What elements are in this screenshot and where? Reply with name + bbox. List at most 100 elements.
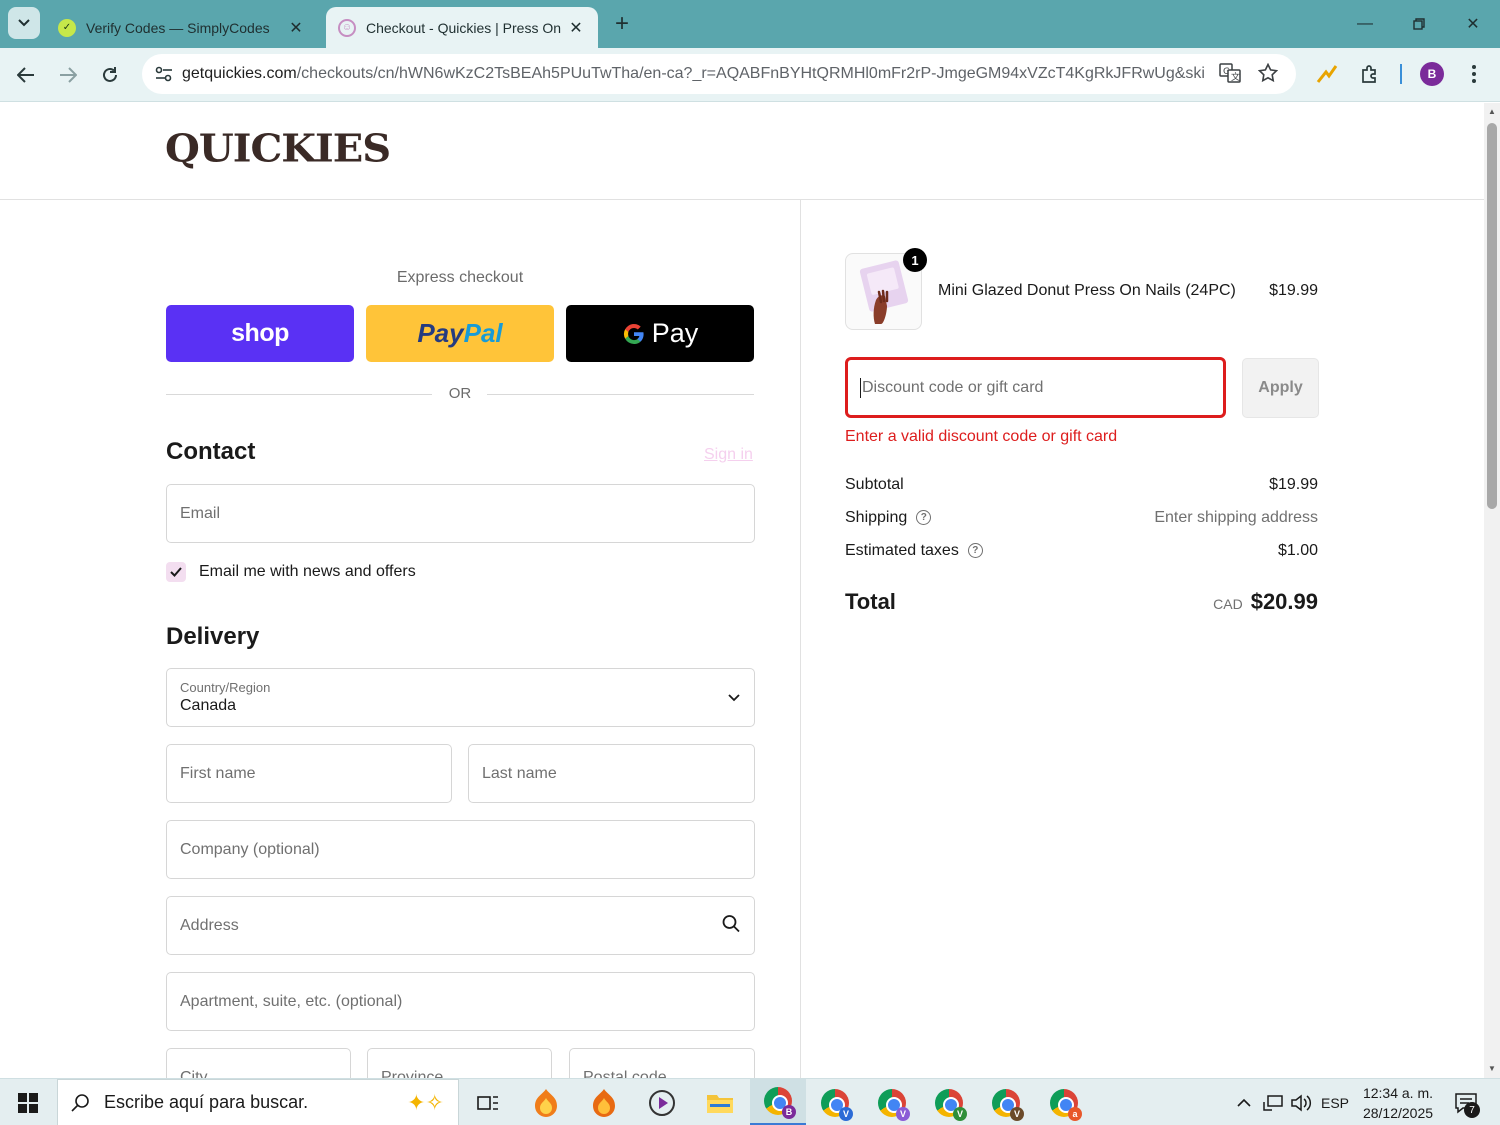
chrome-icon: V: [878, 1088, 910, 1121]
tab-search-button[interactable]: [8, 7, 40, 39]
forward-button[interactable]: [52, 59, 84, 91]
simplycodes-extension-icon[interactable]: [1312, 59, 1342, 89]
sign-in-link[interactable]: Sign in: [704, 446, 753, 464]
volume-icon[interactable]: [1288, 1079, 1314, 1125]
or-divider: OR: [166, 385, 754, 405]
scroll-down-icon[interactable]: ▼: [1487, 1064, 1497, 1074]
fl-studio-icon: [593, 1088, 615, 1117]
address-bar[interactable]: getquickies.com/checkouts/cn/hWN6wKzC2Ts…: [142, 54, 1296, 94]
express-checkout-label: Express checkout: [396, 269, 524, 286]
page-scrollbar[interactable]: ▲ ▼: [1484, 103, 1500, 1078]
new-tab-button[interactable]: +: [608, 12, 636, 38]
tray-overflow-button[interactable]: [1232, 1079, 1256, 1125]
help-icon[interactable]: ?: [916, 510, 932, 526]
google-pay-button[interactable]: Pay: [566, 305, 754, 362]
url-path: /checkouts/cn/hWN6wKzC2TsBEAh5PUuTwTha/e…: [296, 65, 1206, 82]
apply-discount-button[interactable]: Apply: [1242, 358, 1319, 418]
url-host: getquickies.com: [182, 65, 297, 82]
arrow-right-icon: [60, 67, 77, 83]
close-icon[interactable]: ✕: [286, 18, 306, 38]
taskbar-chrome-v1[interactable]: V: [807, 1079, 863, 1125]
shipping-value: Enter shipping address: [1154, 509, 1318, 526]
total-currency: CAD: [1213, 596, 1243, 612]
address-field[interactable]: Address: [166, 896, 755, 955]
discount-code-input[interactable]: Discount code or gift card: [845, 357, 1226, 418]
company-field[interactable]: Company (optional): [166, 820, 755, 879]
shipping-label: Shipping: [845, 509, 908, 526]
scrollbar-thumb[interactable]: [1487, 123, 1497, 509]
last-name-placeholder: Last name: [482, 764, 557, 782]
chevron-up-icon: [1237, 1098, 1251, 1107]
last-name-field[interactable]: Last name: [468, 744, 755, 803]
chrome-icon: V: [935, 1088, 967, 1121]
more-vert-icon: [1472, 65, 1476, 83]
taxes-label: Estimated taxes: [845, 542, 959, 559]
paypal-button[interactable]: Pay Pal: [366, 305, 554, 362]
menu-button[interactable]: [1459, 59, 1489, 89]
taskbar-chrome-v4[interactable]: V: [978, 1079, 1034, 1125]
close-window-button[interactable]: ✕: [1446, 0, 1500, 48]
extensions-icon[interactable]: [1355, 59, 1385, 89]
chrome-icon: V: [992, 1088, 1024, 1121]
back-button[interactable]: [10, 59, 42, 91]
start-button[interactable]: [0, 1079, 56, 1125]
or-label: OR: [448, 385, 472, 402]
apartment-field[interactable]: Apartment, suite, etc. (optional): [166, 972, 755, 1031]
taskbar-file-explorer[interactable]: [692, 1079, 748, 1125]
scroll-up-icon[interactable]: ▲: [1487, 107, 1497, 117]
taskbar-chrome-b[interactable]: B: [750, 1079, 806, 1125]
notifications-button[interactable]: 7: [1448, 1079, 1484, 1125]
quantity-badge: 1: [903, 248, 927, 272]
city-placeholder: City: [180, 1069, 208, 1078]
newsletter-checkbox[interactable]: [166, 562, 186, 582]
text-caret: [860, 377, 861, 398]
first-name-field[interactable]: First name: [166, 744, 452, 803]
contact-heading: Contact: [166, 438, 256, 465]
play-icon: [649, 1089, 675, 1116]
avatar: B: [1420, 62, 1444, 86]
windows-icon: [18, 1092, 38, 1113]
restore-button[interactable]: [1392, 0, 1446, 48]
close-icon[interactable]: ✕: [566, 18, 586, 38]
site-info-icon[interactable]: [146, 66, 182, 82]
postal-code-field[interactable]: Postal code: [569, 1048, 755, 1078]
task-view-button[interactable]: [460, 1079, 516, 1125]
country-select[interactable]: Country/Region Canada: [166, 668, 755, 727]
taskbar-chrome-a[interactable]: a: [1036, 1079, 1092, 1125]
tab-title: Checkout - Quickies | Press On Nails: [366, 19, 566, 36]
language-indicator[interactable]: ESP: [1318, 1079, 1352, 1125]
taskbar-chrome-v2[interactable]: V: [864, 1079, 920, 1125]
tab-simplycodes[interactable]: ✓ Verify Codes — SimplyCodes ✕: [46, 7, 318, 48]
newsletter-label[interactable]: Email me with news and offers: [199, 563, 416, 581]
discount-error-message: Enter a valid discount code or gift card: [845, 428, 1118, 445]
bookmark-star-icon[interactable]: [1254, 59, 1282, 87]
chevron-down-icon: [18, 19, 30, 27]
email-placeholder: Email: [180, 504, 221, 522]
clock[interactable]: 12:34 a. m. 28/12/2025: [1356, 1083, 1440, 1123]
discount-placeholder: Discount code or gift card: [862, 378, 1044, 396]
province-select[interactable]: Province: [367, 1048, 552, 1078]
taskbar-media-player[interactable]: [634, 1079, 690, 1125]
url-text: getquickies.com/checkouts/cn/hWN6wKzC2Ts…: [182, 65, 1206, 83]
simplycodes-icon: ✓: [58, 18, 76, 37]
subtotal-value: $19.99: [1269, 476, 1318, 493]
taskbar-search[interactable]: Escribe aquí para buscar. ✦✧: [57, 1079, 459, 1125]
taxes-row: Estimated taxes? $1.00: [845, 542, 1318, 560]
taskbar-fl-studio-1[interactable]: [518, 1079, 574, 1125]
taskbar-chrome-v3[interactable]: V: [921, 1079, 977, 1125]
taskbar-fl-studio-2[interactable]: [576, 1079, 632, 1125]
help-icon[interactable]: ?: [967, 543, 983, 559]
city-field[interactable]: City: [166, 1048, 351, 1078]
translate-icon[interactable]: G文: [1216, 59, 1244, 87]
clock-date: 28/12/2025: [1362, 1105, 1434, 1121]
taxes-value: $1.00: [1277, 542, 1318, 559]
shop-pay-button[interactable]: shop: [166, 305, 354, 362]
tab-checkout[interactable]: ☺ Checkout - Quickies | Press On Nails ✕: [326, 7, 598, 48]
minimize-button[interactable]: —: [1338, 0, 1392, 48]
fl-studio-icon: [535, 1088, 557, 1117]
profile-button[interactable]: B: [1417, 59, 1447, 89]
network-icon[interactable]: [1260, 1079, 1286, 1125]
reload-button[interactable]: [94, 59, 126, 91]
email-field[interactable]: Email: [166, 484, 755, 543]
store-logo[interactable]: QUICKIES: [165, 126, 391, 171]
